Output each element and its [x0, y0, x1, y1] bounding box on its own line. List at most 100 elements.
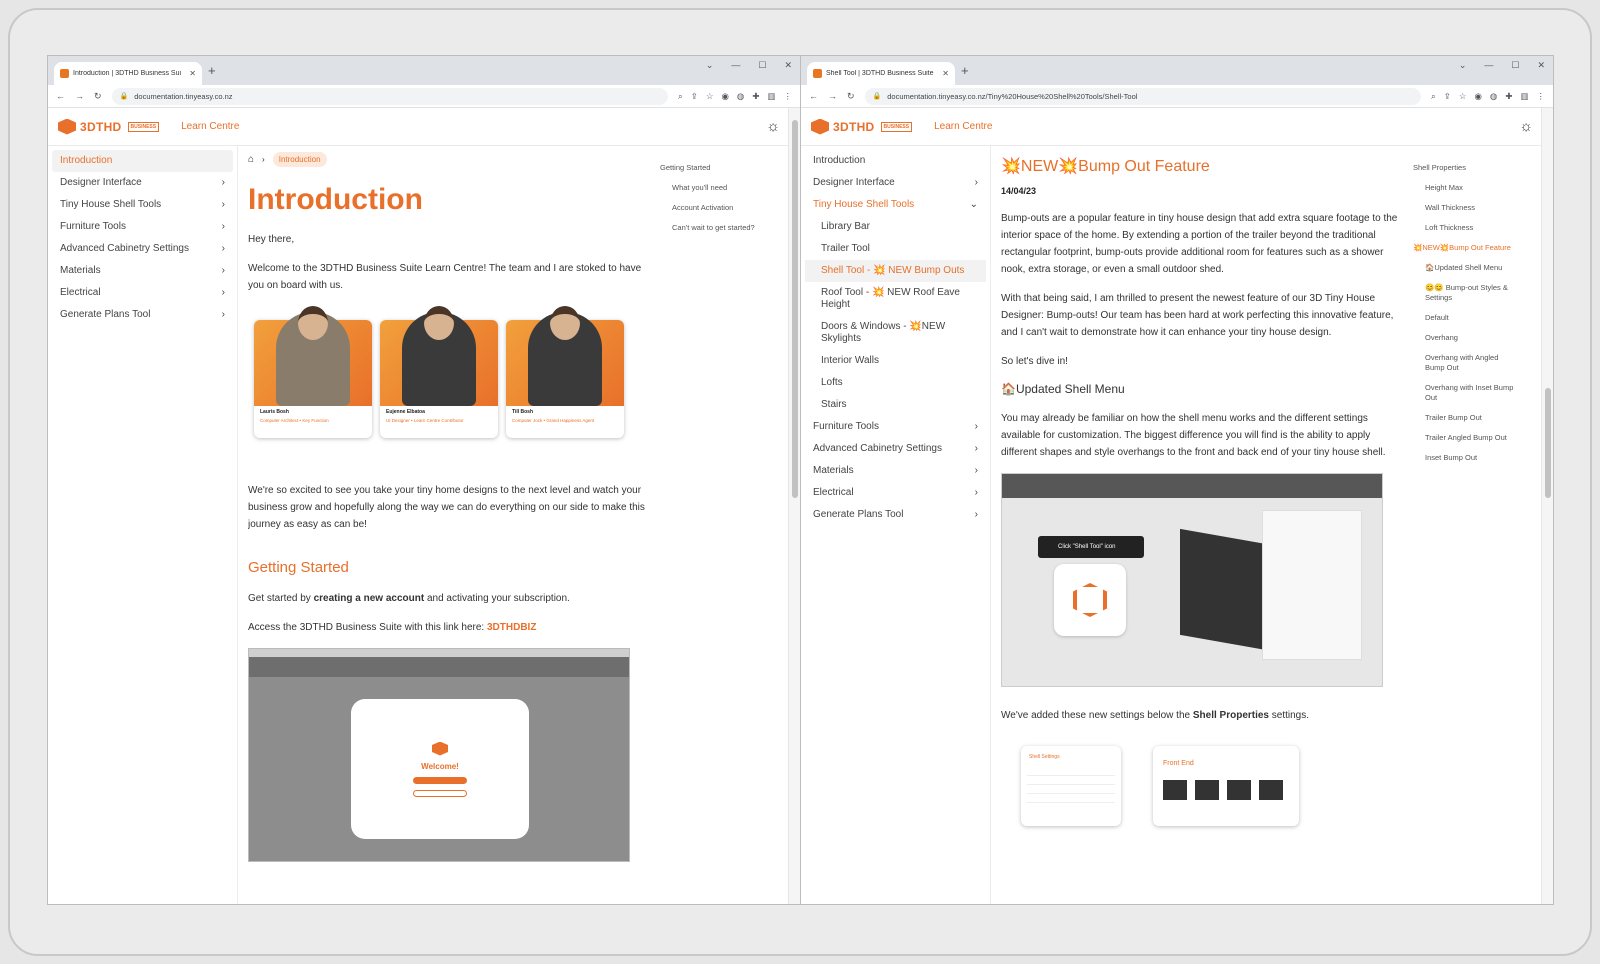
sidebar-item[interactable]: Tiny House Shell Tools ›	[52, 194, 233, 216]
forward-icon[interactable]: →	[828, 91, 837, 101]
learn-centre-link[interactable]: Learn Centre	[934, 121, 992, 132]
create-account-link[interactable]: creating a new account	[314, 593, 425, 604]
maximize-icon[interactable]: ☐	[1511, 60, 1519, 71]
toc-item[interactable]: Trailer Bump Out	[1405, 408, 1525, 428]
url-field[interactable]: 🔒 documentation.tinyeasy.co.nz	[111, 87, 668, 105]
new-tab-icon[interactable]: +	[208, 64, 216, 78]
close-tab-icon[interactable]: ✕	[942, 69, 949, 78]
sidebar-subitem[interactable]: Stairs	[805, 394, 986, 416]
chevron-down-icon[interactable]: ⌄	[706, 60, 714, 71]
theme-toggle-icon[interactable]: ☼	[766, 118, 780, 135]
minimize-icon[interactable]: —	[731, 60, 740, 71]
share-icon[interactable]: ⇪	[1444, 91, 1451, 102]
scrollbar[interactable]	[1541, 108, 1553, 904]
toc-item[interactable]: Overhang with Angled Bump Out	[1405, 348, 1525, 378]
close-window-icon[interactable]: ✕	[1537, 60, 1545, 71]
sidepanel-icon[interactable]: ▥	[1520, 91, 1528, 102]
toc-item[interactable]: 💥NEW💥Bump Out Feature	[1405, 238, 1525, 258]
sidebar-item[interactable]: Introduction	[805, 150, 986, 172]
toc-item[interactable]: Trailer Angled Bump Out	[1405, 428, 1525, 448]
sidebar-subitem[interactable]: Roof Tool - 💥 NEW Roof Eave Height	[805, 282, 986, 316]
toc-item[interactable]: Can't wait to get started?	[652, 218, 772, 238]
share-icon[interactable]: ⇪	[691, 91, 698, 102]
toc-item[interactable]: Height Max	[1405, 178, 1525, 198]
maximize-icon[interactable]: ☐	[758, 60, 766, 71]
zoom-icon[interactable]: ⌕	[678, 91, 683, 102]
extension-icon[interactable]: ◍	[737, 91, 744, 102]
sidebar-item[interactable]: Furniture Tools ›	[805, 416, 986, 438]
minimize-icon[interactable]: —	[1484, 60, 1493, 71]
toc-item[interactable]: Default	[1405, 308, 1525, 328]
sidebar-item[interactable]: Materials ›	[805, 460, 986, 482]
sidebar-item[interactable]: Designer Interface ›	[52, 172, 233, 194]
toc-item[interactable]: Getting Started	[652, 158, 772, 178]
toc-item[interactable]: Inset Bump Out	[1405, 448, 1525, 468]
toc-item[interactable]: Loft Thickness	[1405, 218, 1525, 238]
star-icon[interactable]: ☆	[1459, 91, 1467, 102]
3dthdbiz-link[interactable]: 3DTHDBIZ	[487, 622, 536, 633]
sidebar-item[interactable]: Advanced Cabinetry Settings ›	[805, 438, 986, 460]
sidebar-item-label: Introduction	[813, 155, 866, 166]
sidebar-item[interactable]: Electrical ›	[52, 282, 233, 304]
sidebar-item[interactable]: Electrical ›	[805, 482, 986, 504]
sidebar-item[interactable]: Furniture Tools ›	[52, 216, 233, 238]
toc-item[interactable]: 😊😊 Bump-out Styles & Settings	[1405, 278, 1525, 308]
scroll-thumb[interactable]	[792, 120, 798, 498]
learn-centre-link[interactable]: Learn Centre	[181, 121, 239, 132]
bumpout-option	[1195, 780, 1219, 800]
sidebar-subitem[interactable]: Trailer Tool	[805, 238, 986, 260]
sidebar-item[interactable]: Designer Interface ›	[805, 172, 986, 194]
sidebar-item[interactable]: Materials ›	[52, 260, 233, 282]
text: We've added these new settings below the	[1001, 710, 1193, 721]
toc-item[interactable]: 🏠Updated Shell Menu	[1405, 258, 1525, 278]
close-tab-icon[interactable]: ✕	[189, 69, 196, 78]
back-icon[interactable]: ←	[809, 91, 818, 101]
puzzle-icon[interactable]: ✚	[752, 91, 759, 102]
tab-introduction[interactable]: Introduction | 3DTHD Business Sui ✕	[54, 62, 202, 85]
home-icon[interactable]: ⌂	[248, 154, 254, 165]
url-field[interactable]: 🔒 documentation.tinyeasy.co.nz/Tiny%20Ho…	[864, 87, 1421, 105]
toc-item[interactable]: Overhang with Inset Bump Out	[1405, 378, 1525, 408]
chevron-down-icon[interactable]: ⌄	[1459, 60, 1467, 71]
sidebar-item[interactable]: Generate Plans Tool ›	[805, 504, 986, 526]
sidebar-item[interactable]: Introduction	[52, 150, 233, 172]
scroll-thumb[interactable]	[1545, 388, 1551, 498]
close-window-icon[interactable]: ✕	[784, 60, 792, 71]
sidebar-item[interactable]: Advanced Cabinetry Settings ›	[52, 238, 233, 260]
toc-item[interactable]: Overhang	[1405, 328, 1525, 348]
sidebar-subitem[interactable]: Library Bar	[805, 216, 986, 238]
shell-properties-bold: Shell Properties	[1192, 710, 1269, 721]
sidebar-item[interactable]: Tiny House Shell Tools ⌄	[805, 194, 986, 216]
zoom-icon[interactable]: ⌕	[1431, 91, 1436, 102]
tab-title: Introduction | 3DTHD Business Sui	[73, 70, 182, 77]
toc-item[interactable]: Wall Thickness	[1405, 198, 1525, 218]
sidebar-subitem[interactable]: Shell Tool - 💥 NEW Bump Outs	[805, 260, 986, 282]
toc-item[interactable]: What you'll need	[652, 178, 772, 198]
bumpout-paragraph: Bump-outs are a popular feature in tiny …	[1001, 213, 1398, 275]
cube-logo-icon	[58, 118, 76, 135]
scrollbar[interactable]	[788, 108, 800, 904]
sidebar-subitem[interactable]: Interior Walls	[805, 350, 986, 372]
forward-icon[interactable]: →	[75, 91, 84, 101]
site-logo[interactable]: 3DTHD BUSINESS	[811, 118, 913, 135]
sidepanel-icon[interactable]: ▥	[767, 91, 775, 102]
puzzle-icon[interactable]: ✚	[1505, 91, 1512, 102]
sidebar-item[interactable]: Generate Plans Tool ›	[52, 304, 233, 326]
theme-toggle-icon[interactable]: ☼	[1519, 118, 1533, 135]
star-icon[interactable]: ☆	[706, 91, 714, 102]
sidebar-subitem[interactable]: Doors & Windows - 💥NEW Skylights	[805, 316, 986, 350]
reload-icon[interactable]: ↻	[847, 91, 855, 102]
camera-icon[interactable]: ◉	[1475, 91, 1482, 102]
toc-item[interactable]: Shell Properties	[1405, 158, 1525, 178]
reload-icon[interactable]: ↻	[94, 91, 102, 102]
new-tab-icon[interactable]: +	[961, 64, 969, 78]
toc-item[interactable]: Account Activation	[652, 198, 772, 218]
sidebar-subitem[interactable]: Lofts	[805, 372, 986, 394]
menu-icon[interactable]: ⋮	[784, 91, 793, 102]
back-icon[interactable]: ←	[56, 91, 65, 101]
menu-icon[interactable]: ⋮	[1537, 91, 1546, 102]
extension-icon[interactable]: ◍	[1490, 91, 1497, 102]
site-logo[interactable]: 3DTHD BUSINESS	[58, 118, 160, 135]
tab-shell-tool[interactable]: Shell Tool | 3DTHD Business Suite ✕	[807, 62, 955, 85]
camera-icon[interactable]: ◉	[722, 91, 729, 102]
